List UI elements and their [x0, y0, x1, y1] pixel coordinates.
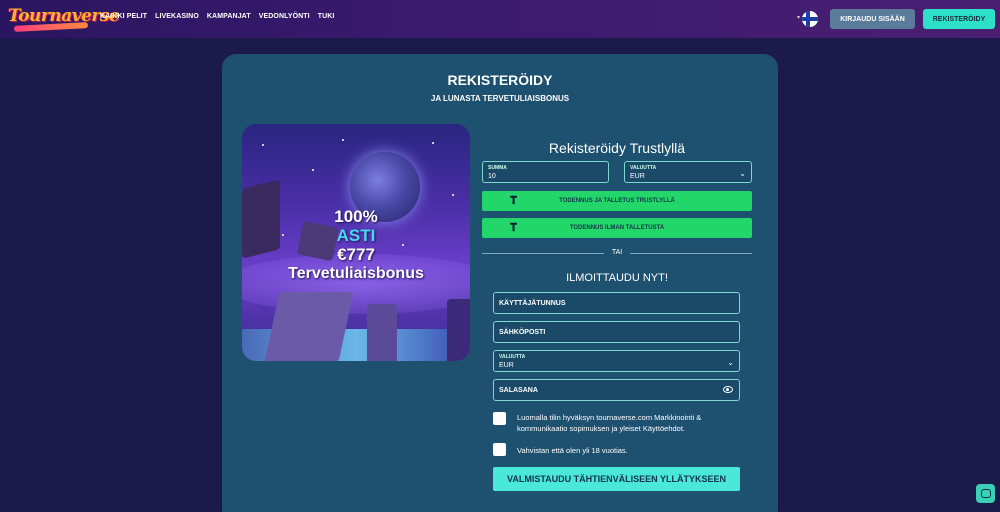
terms-text: Luomalla tilin hyväksyn tournaverse.com …: [517, 413, 702, 433]
username-placeholder: KÄYTTÄJÄTUNNUS: [499, 300, 566, 307]
chevron-down-icon: ⌄: [739, 169, 746, 178]
nav-item-support[interactable]: TUKI: [318, 13, 335, 20]
username-field[interactable]: KÄYTTÄJÄTUNNUS: [493, 292, 740, 314]
trustly-verify-label: TODENNUS ILMAN TALLETUSTA: [569, 225, 665, 231]
trustly-deposit-button[interactable]: 𝐓 TODENNUS JA TALLETUS TRUSTLYLLÄ: [482, 191, 752, 211]
email-placeholder: SÄHKÖPOSTI: [499, 329, 546, 336]
chevron-down-icon: ⌄: [727, 358, 734, 367]
floating-rock: [367, 304, 397, 361]
star: [342, 139, 344, 141]
flag-cross-vertical: [806, 11, 810, 27]
star: [262, 144, 264, 146]
chevron-down-icon[interactable]: ▾: [797, 14, 800, 21]
logo[interactable]: Tournaverse: [4, 2, 120, 34]
terms-checkbox[interactable]: [493, 412, 506, 425]
page-subtitle: JA LUNASTA TERVETULIAISBONUS: [430, 94, 570, 103]
trustly-verify-button[interactable]: 𝐓 TODENNUS ILMAN TALLETUSTA: [482, 218, 752, 238]
password-placeholder: SALASANA: [499, 387, 538, 394]
registration-card: REKISTERÖIDY JA LUNASTA TERVETULIAISBONU…: [222, 54, 778, 512]
top-navigation-bar: Tournaverse KAIKKI PELIT LIVEKASINO KAMP…: [0, 0, 1000, 38]
trustly-deposit-label: TODENNUS JA TALLETUS TRUSTLYLLÄ: [559, 198, 675, 204]
signup-currency-value: EUR: [499, 362, 514, 369]
age-text: Vahvistan että olen yli 18 vuotias.: [517, 446, 628, 455]
welcome-bonus-banner: 100% ASTI €777 Tervetuliaisbonus: [242, 124, 470, 361]
nav-item-live-casino[interactable]: LIVEKASINO: [155, 13, 199, 20]
signup-currency-label: VALUUTTA: [499, 354, 526, 360]
amount-field[interactable]: SUMMA 10: [482, 161, 609, 183]
page-title: REKISTERÖIDY: [447, 72, 553, 88]
nav-item-betting[interactable]: VEDONLYÖNTI: [259, 13, 310, 20]
bonus-percent: 100%: [334, 207, 378, 226]
bonus-upto: ASTI: [336, 226, 376, 245]
currency-select[interactable]: VALUUTTA EUR ⌄: [624, 161, 752, 183]
signup-currency-select[interactable]: VALUUTTA EUR ⌄: [493, 350, 740, 372]
bonus-label: Tervetuliaisbonus: [288, 265, 424, 282]
or-separator: TAI: [604, 249, 630, 256]
trustly-icon: 𝐓: [510, 194, 518, 207]
currency-label: VALUUTTA: [630, 165, 657, 171]
email-field[interactable]: SÄHKÖPOSTI: [493, 321, 740, 343]
password-field[interactable]: SALASANA: [493, 379, 740, 401]
signup-title: ILMOITTAUDU NYT!: [566, 272, 668, 284]
bonus-headline: 100% ASTI €777 Tervetuliaisbonus: [242, 207, 470, 283]
finland-flag-icon[interactable]: [802, 11, 818, 27]
age-checkbox[interactable]: [493, 443, 506, 456]
bonus-amount: €777: [337, 245, 375, 264]
star: [432, 142, 434, 144]
main-nav: KAIKKI PELIT LIVEKASINO KAMPANJAT VEDONL…: [100, 13, 334, 20]
nav-item-all-games[interactable]: KAIKKI PELIT: [100, 13, 147, 20]
amount-label: SUMMA: [488, 165, 507, 171]
trustly-title: Rekisteröidy Trustlyllä: [548, 140, 686, 156]
currency-value: EUR: [630, 173, 645, 180]
chat-icon[interactable]: [976, 484, 995, 503]
floating-rock: [447, 299, 470, 361]
trustly-icon: 𝐓: [510, 221, 518, 234]
floating-rock: [264, 292, 354, 361]
amount-value: 10: [488, 173, 496, 180]
submit-button[interactable]: VALMISTAUDU TÄHTIENVÄLISEEN YLLÄTYKSEEN: [493, 467, 740, 491]
nav-item-campaigns[interactable]: KAMPANJAT: [207, 13, 251, 20]
star: [452, 194, 454, 196]
flag-cross-horizontal: [802, 17, 818, 21]
eye-icon[interactable]: [723, 386, 733, 393]
login-button[interactable]: KIRJAUDU SISÄÄN: [830, 9, 915, 29]
star: [312, 169, 314, 171]
register-button[interactable]: REKISTERÖIDY: [923, 9, 995, 29]
